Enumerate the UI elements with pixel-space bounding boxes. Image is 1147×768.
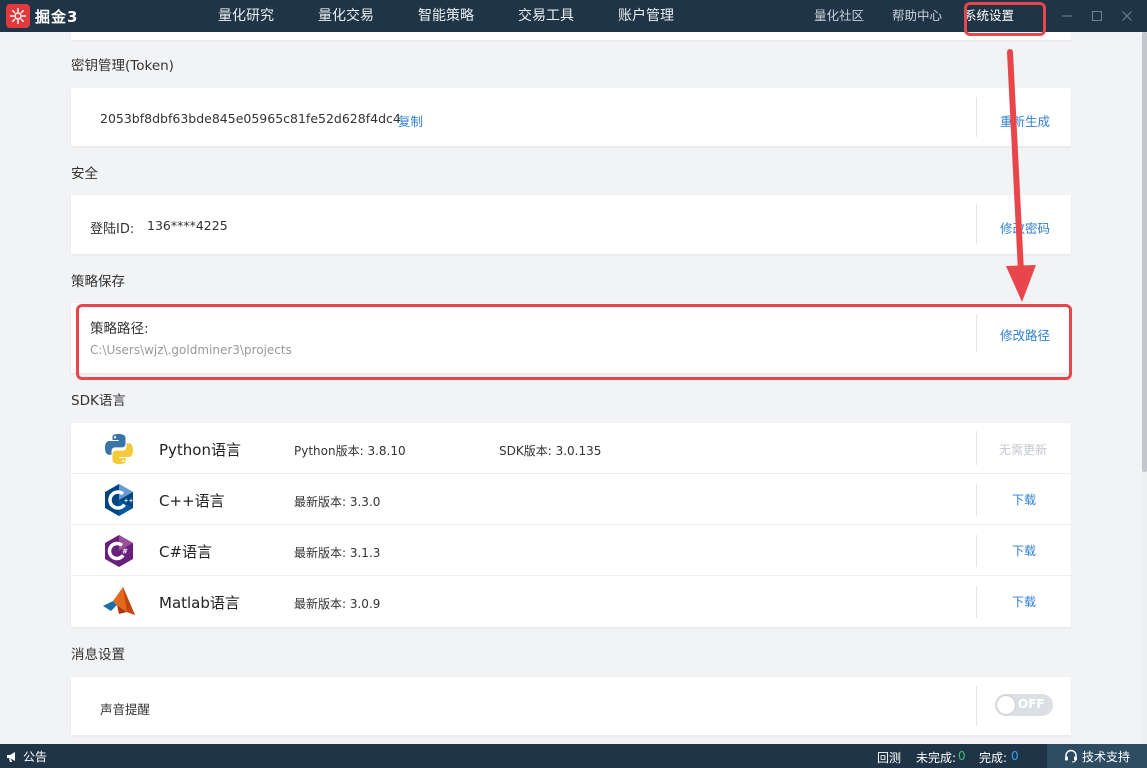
divider [976,535,977,567]
csharp-icon: # [105,535,133,567]
previous-card-edge [71,32,1071,40]
community-link[interactable]: 量化社区 [806,0,872,32]
toggle-knob [997,696,1015,714]
app-logo: 掘金3 [6,4,78,28]
headset-icon [1064,749,1077,763]
close-button[interactable] [1112,0,1142,32]
scrollbar-thumb[interactable] [1142,32,1147,472]
security-card: 登陆ID: 136****4225 修改密码 [71,195,1071,254]
download-matlab-button[interactable]: 下载 [1012,593,1036,610]
no-update-button: 无需更新 [999,443,1048,457]
notice-button[interactable]: 公告 [6,748,47,765]
message-card: 声音提醒 OFF [71,677,1071,735]
matlab-icon [103,587,135,615]
login-id-value: 136****4225 [147,218,228,233]
app-name: 掘金3 [35,7,79,26]
sdk-latest-version: 最新版本: 3.0.9 [294,597,381,611]
incomplete-label: 未完成: [916,751,957,765]
notice-label: 公告 [23,750,48,764]
toggle-state-text: OFF [1018,697,1045,711]
tech-support-label: 技术支持 [1081,749,1130,764]
cpp-icon: ++ [105,484,134,516]
nav-smart-strategy[interactable]: 智能策略 [396,0,496,32]
svg-text:#: # [122,548,128,556]
token-section-title: 密钥管理(Token) [71,58,174,74]
sdk-section-title: SDK语言 [71,393,126,409]
sdk-latest-version: 最新版本: 3.1.3 [294,546,381,560]
maximize-icon [1092,11,1102,21]
sdk-latest-version: 最新版本: 3.3.0 [294,495,381,509]
python-icon [105,434,133,464]
nav-quant-research[interactable]: 量化研究 [196,0,296,32]
copy-token-button[interactable]: 复制 [398,111,423,130]
token-value: 2053bf8dbf63bde845e05965c81fe52d628f4dc4 [100,111,401,126]
minimize-button[interactable] [1052,0,1082,32]
status-bar: 公告 回测 未完成: 0 完成: 0 技术支持 [0,744,1147,768]
strategy-path-card: 策略路径: C:\Users\wjz\.goldminer3\projects … [71,303,1071,373]
token-card: 2053bf8dbf63bde845e05965c81fe52d628f4dc4… [71,88,1071,146]
maximize-button[interactable] [1082,0,1112,32]
megaphone-icon [7,752,15,762]
divider [976,204,977,244]
security-section-title: 安全 [71,166,98,182]
sdk-row-csharp: # C#语言 最新版本: 3.1.3 下载 [71,525,1071,576]
close-icon [1122,11,1132,21]
sdk-name: C++语言 [159,492,225,510]
settings-content: 密钥管理(Token) 2053bf8dbf63bde845e05965c81f… [0,32,1142,744]
divider [976,686,977,726]
divider [976,97,977,137]
sdk-row-matlab: Matlab语言 最新版本: 3.0.9 下载 [71,576,1071,627]
strategy-section-title: 策略保存 [71,274,125,290]
minimize-icon [1062,15,1072,17]
download-cpp-button[interactable]: 下载 [1012,491,1036,508]
message-section-title: 消息设置 [71,647,125,663]
incomplete-count: 0 [958,749,966,763]
main-nav: 量化研究 量化交易 智能策略 交易工具 账户管理 [196,0,696,32]
complete-count: 0 [1011,749,1019,763]
nav-quant-trading[interactable]: 量化交易 [296,0,396,32]
sdk-version: SDK版本: 3.0.135 [499,444,602,458]
sdk-row-cpp: ++ C++语言 最新版本: 3.3.0 下载 [71,474,1071,525]
sound-alert-toggle[interactable]: OFF [995,694,1053,716]
sdk-name: C#语言 [159,543,213,561]
svg-text:++: ++ [124,498,134,505]
divider [976,314,977,352]
login-id-label: 登陆ID: [90,222,135,237]
strategy-path-value: C:\Users\wjz\.goldminer3\projects [90,343,292,357]
divider [976,484,977,516]
annotation-arrow-icon [1006,49,1036,302]
divider [976,431,977,465]
nav-trading-tools[interactable]: 交易工具 [496,0,596,32]
logo-icon [6,4,30,28]
nav-account-management[interactable]: 账户管理 [596,0,696,32]
complete-label: 完成: [979,751,1008,765]
system-settings-link[interactable]: 系统设置 [956,0,1022,32]
sdk-row-python: Python语言 Python版本: 3.8.10 SDK版本: 3.0.135… [71,423,1071,474]
download-csharp-button[interactable]: 下载 [1012,542,1036,559]
sdk-card: Python语言 Python版本: 3.8.10 SDK版本: 3.0.135… [71,423,1071,627]
sdk-name: Python语言 [159,441,241,459]
window-controls [1052,0,1142,32]
top-right-links: 量化社区 帮助中心 系统设置 [806,0,1022,32]
tech-support-button[interactable]: 技术支持 [1047,744,1147,768]
backtest-label[interactable]: 回测 [877,749,901,766]
change-path-button[interactable]: 修改路径 [1000,325,1050,344]
sdk-name: Matlab语言 [159,594,240,612]
strategy-path-label: 策略路径: [90,321,149,337]
sound-alert-label: 声音提醒 [100,702,151,717]
divider [976,586,977,618]
sdk-python-version: Python版本: 3.8.10 [294,444,406,458]
help-center-link[interactable]: 帮助中心 [884,0,950,32]
title-bar: 掘金3 量化研究 量化交易 智能策略 交易工具 账户管理 量化社区 帮助中心 系… [0,0,1147,32]
